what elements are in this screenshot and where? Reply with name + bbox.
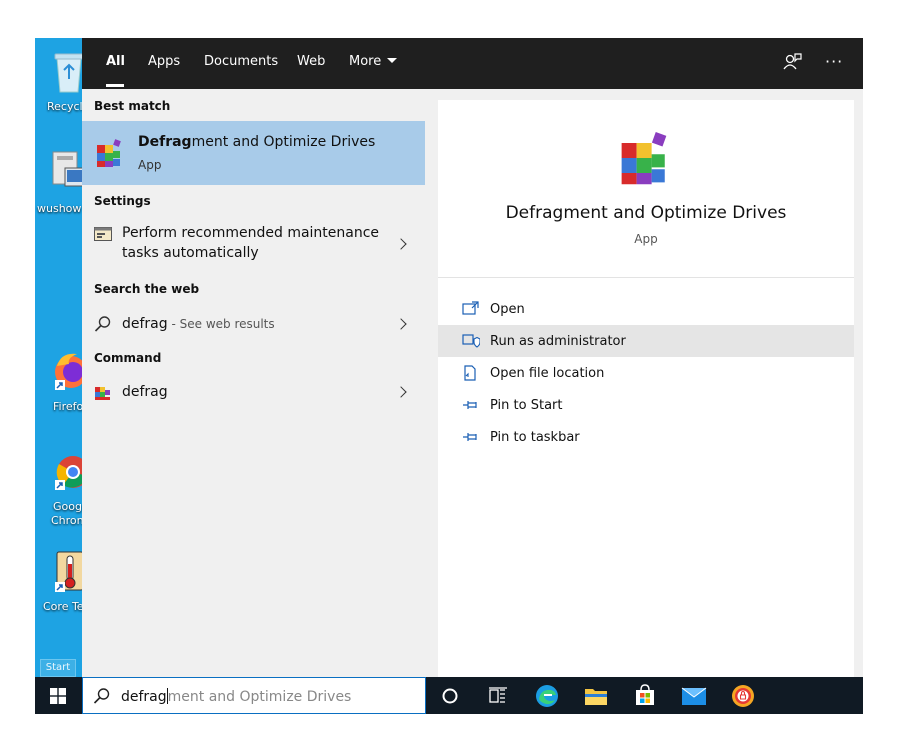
run-as-administrator-label: Run as administrator: [490, 334, 626, 349]
tab-apps[interactable]: Apps: [148, 54, 180, 69]
tab-more-label: More: [349, 54, 382, 69]
pin-icon: [463, 401, 477, 409]
search-autocomplete: ment and Optimize Drives: [167, 689, 352, 705]
open-label: Open: [490, 302, 525, 317]
web-search-suffix: - See web results: [167, 317, 275, 331]
taskbar: defragment and Optimize Drives: [35, 677, 863, 714]
app-type: App: [634, 232, 658, 246]
best-match-title-bold: Defrag: [138, 134, 192, 150]
desktop-icon-label: wushow: [37, 202, 82, 215]
search-web-header: Search the web: [94, 282, 200, 296]
desktop-icon-wushow[interactable]: wushow: [35, 148, 88, 218]
security-app-button[interactable]: [719, 677, 767, 714]
open-action[interactable]: Open: [438, 293, 854, 325]
taskbar-search-box[interactable]: defragment and Optimize Drives: [82, 677, 426, 714]
mail-button[interactable]: [670, 677, 718, 714]
ellipsis-icon: ···: [825, 52, 844, 71]
run-as-administrator-action[interactable]: Run as administrator: [438, 325, 854, 357]
best-match-title: Defragment and Optimize Drives: [138, 134, 375, 150]
web-search-query: defrag: [122, 316, 168, 332]
settings-maintenance-item[interactable]: Perform recommended maintenance tasks au…: [82, 219, 425, 269]
mail-icon: [681, 687, 707, 705]
command-defrag-item[interactable]: defrag: [82, 377, 425, 407]
best-match-type: App: [138, 158, 162, 172]
cortana-circle-icon: [442, 688, 458, 704]
more-options-button[interactable]: ···: [825, 52, 843, 71]
chevron-right-icon: [395, 318, 407, 330]
search-typed-text: defrag: [121, 689, 167, 705]
search-icon: [93, 688, 110, 704]
cortana-button[interactable]: [426, 677, 474, 714]
recycle-bin-icon: [54, 53, 84, 93]
desktop-icon-label: Firefo: [53, 400, 84, 413]
results-list: Best match Defragment and Optimize Drive…: [82, 89, 425, 677]
command-defrag-label: defrag: [122, 384, 168, 400]
pin-to-taskbar-action[interactable]: Pin to taskbar: [438, 421, 854, 453]
search-tabs-bar: All Apps Documents Web More ···: [82, 38, 863, 89]
settings-header: Settings: [94, 194, 151, 208]
settings-maintenance-line1: Perform recommended maintenance: [122, 225, 380, 241]
windows-logo-icon: [50, 688, 66, 704]
search-panel: All Apps Documents Web More ··· Best mat…: [82, 38, 863, 677]
tab-active-indicator: [106, 84, 124, 87]
start-button[interactable]: [35, 677, 82, 714]
shield-icon: [462, 334, 480, 348]
defrag-app-icon: [97, 139, 121, 167]
open-icon: [462, 301, 479, 315]
defrag-app-large-icon: [621, 132, 667, 185]
open-file-location-action[interactable]: Open file location: [438, 357, 854, 389]
maintenance-settings-icon: [94, 227, 112, 241]
store-bag-icon: [636, 684, 654, 705]
start-tooltip: Start: [40, 659, 76, 677]
web-search-text: defrag - See web results: [122, 314, 275, 334]
desktop-icon-label: Goog: [53, 500, 82, 513]
pin-icon: [463, 433, 477, 441]
security-shield-icon: [732, 685, 754, 707]
tab-all[interactable]: All: [106, 54, 125, 69]
chevron-down-icon: [387, 58, 398, 63]
chevron-right-icon: [395, 238, 407, 250]
feedback-button[interactable]: [782, 52, 802, 76]
chevron-right-icon: [395, 386, 407, 398]
tab-web[interactable]: Web: [297, 54, 325, 69]
feedback-icon: [783, 53, 802, 70]
search-icon: [94, 316, 111, 332]
pin-to-taskbar-label: Pin to taskbar: [490, 430, 580, 445]
desktop-icon-label: Core Te: [43, 600, 84, 613]
best-match-title-rest: ment and Optimize Drives: [191, 134, 376, 150]
search-input[interactable]: defragment and Optimize Drives: [121, 688, 351, 705]
app-name: Defragment and Optimize Drives: [505, 203, 787, 223]
app-detail-pane: Defragment and Optimize Drives App Open …: [438, 100, 854, 677]
edge-icon: [536, 685, 558, 707]
task-view-icon: [489, 687, 507, 703]
web-search-item[interactable]: defrag - See web results: [82, 309, 425, 339]
pin-to-start-action[interactable]: Pin to Start: [438, 389, 854, 421]
folder-icon: [585, 689, 607, 705]
defrag-command-icon: [95, 387, 110, 400]
settings-maintenance-text: Perform recommended maintenance tasks au…: [122, 223, 379, 263]
settings-maintenance-line2: tasks automatically: [122, 245, 259, 261]
open-file-location-label: Open file location: [490, 366, 605, 381]
task-view-button[interactable]: [474, 677, 522, 714]
best-match-header: Best match: [94, 99, 171, 113]
file-explorer-button[interactable]: [572, 677, 620, 714]
desktop-icon-label: Chron: [51, 514, 84, 527]
tab-more[interactable]: More: [349, 54, 398, 69]
tab-documents[interactable]: Documents: [204, 54, 278, 69]
desktop: Recycle wushow Firefo Goog Chron Core Te…: [35, 38, 863, 714]
edge-button[interactable]: [523, 677, 571, 714]
file-location-icon: [464, 365, 476, 381]
detail-divider: [438, 277, 854, 278]
best-match-item[interactable]: Defragment and Optimize Drives App: [82, 121, 425, 185]
pin-to-start-label: Pin to Start: [490, 398, 563, 413]
store-button[interactable]: [621, 677, 669, 714]
command-header: Command: [94, 351, 162, 365]
